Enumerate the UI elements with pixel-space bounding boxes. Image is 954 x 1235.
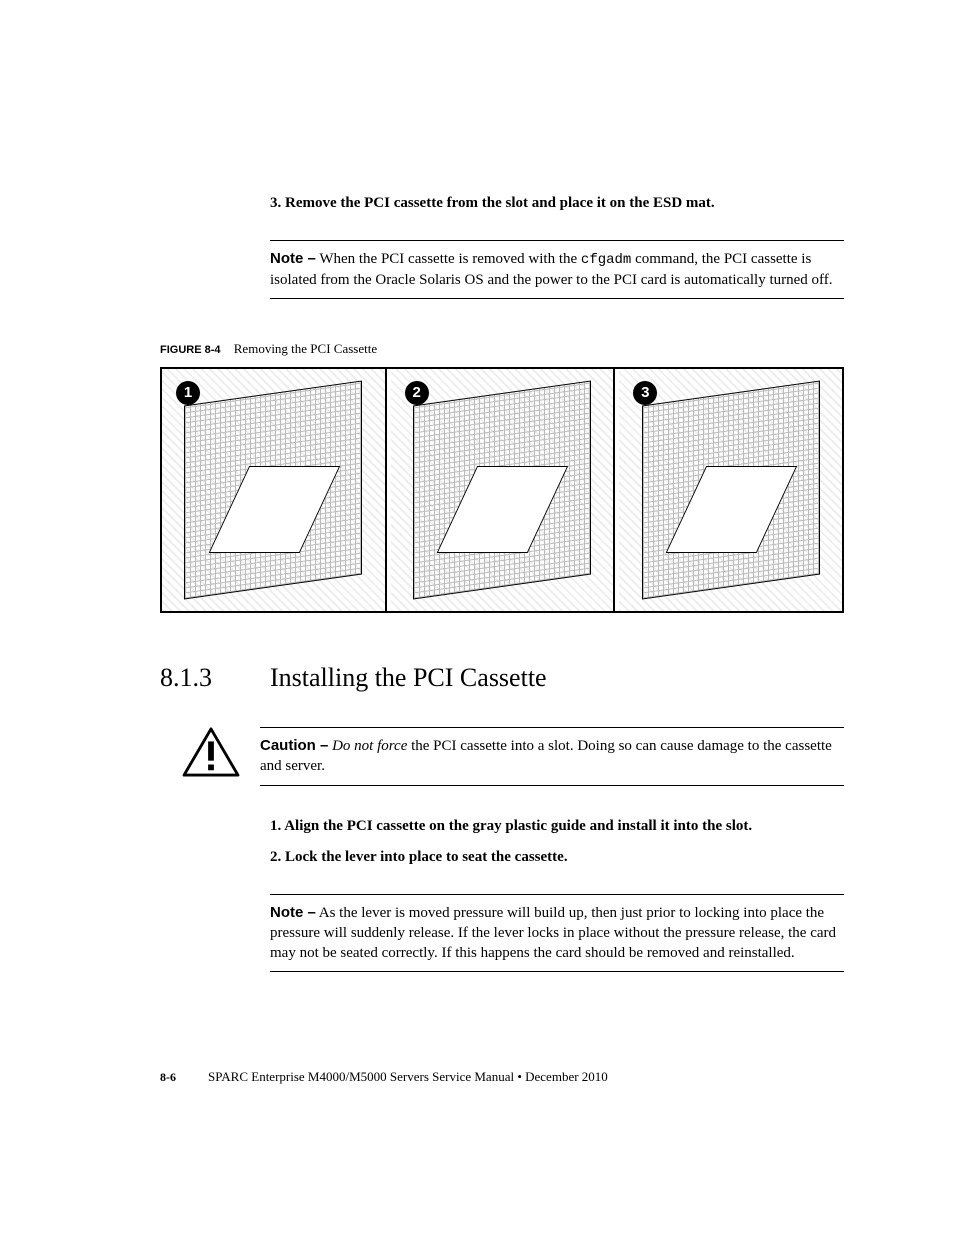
figure-label: FIGURE 8-4 <box>160 344 221 356</box>
warning-icon <box>182 727 240 786</box>
section-body: Caution – Do not force the PCI cassette … <box>270 727 844 972</box>
install-step-2-number: 2. <box>270 849 281 865</box>
note-1-command: cfgadm <box>581 252 631 268</box>
note-2: Note – As the lever is moved pressure wi… <box>270 894 844 973</box>
install-steps: 1. Align the PCI cassette on the gray pl… <box>270 816 844 868</box>
note-1-label: Note – <box>270 250 316 267</box>
caution-label: Caution – <box>260 737 328 754</box>
heading-title: Installing the PCI Cassette <box>270 663 547 693</box>
install-step-2-text: Lock the lever into place to seat the ca… <box>285 849 568 865</box>
callout-1: 1 <box>176 381 200 405</box>
install-step-1-text: Align the PCI cassette on the gray plast… <box>284 818 752 834</box>
step-3-text: Remove the PCI cassette from the slot an… <box>285 195 715 211</box>
caution-row: Caution – Do not force the PCI cassette … <box>270 727 844 786</box>
figure-title: Removing the PCI Cassette <box>234 341 377 356</box>
caution-box: Caution – Do not force the PCI cassette … <box>260 727 844 786</box>
content-block: 3. Remove the PCI cassette from the slot… <box>270 195 844 299</box>
note-2-text: As the lever is moved pressure will buil… <box>270 905 836 962</box>
install-step-1: 1. Align the PCI cassette on the gray pl… <box>270 816 844 837</box>
step-3-number: 3. <box>270 195 281 211</box>
install-step-2: 2. Lock the lever into place to seat the… <box>270 847 844 868</box>
section-heading: 8.1.3 Installing the PCI Cassette <box>160 663 844 693</box>
heading-number: 8.1.3 <box>160 663 270 693</box>
figure-panel-3: 3 <box>619 369 842 611</box>
page-footer: 8-6 SPARC Enterprise M4000/M5000 Servers… <box>160 1069 844 1085</box>
page-number: 8-6 <box>160 1070 176 1085</box>
note-1-pre: When the PCI cassette is removed with th… <box>316 251 581 267</box>
figure-8-4: 1 2 3 <box>160 367 844 613</box>
note-2-label: Note – <box>270 904 316 921</box>
footer-text: SPARC Enterprise M4000/M5000 Servers Ser… <box>208 1069 608 1085</box>
caution-emphasis: Do not force <box>332 738 407 754</box>
install-step-1-number: 1. <box>270 818 281 834</box>
step-3: 3. Remove the PCI cassette from the slot… <box>270 195 844 212</box>
callout-2: 2 <box>405 381 429 405</box>
figure-caption: FIGURE 8-4 Removing the PCI Cassette <box>160 341 844 357</box>
figure-panel-1: 1 <box>162 369 387 611</box>
page: 3. Remove the PCI cassette from the slot… <box>0 0 954 1235</box>
figure-panel-2: 2 <box>391 369 616 611</box>
callout-3: 3 <box>633 381 657 405</box>
note-1: Note – When the PCI cassette is removed … <box>270 240 844 299</box>
